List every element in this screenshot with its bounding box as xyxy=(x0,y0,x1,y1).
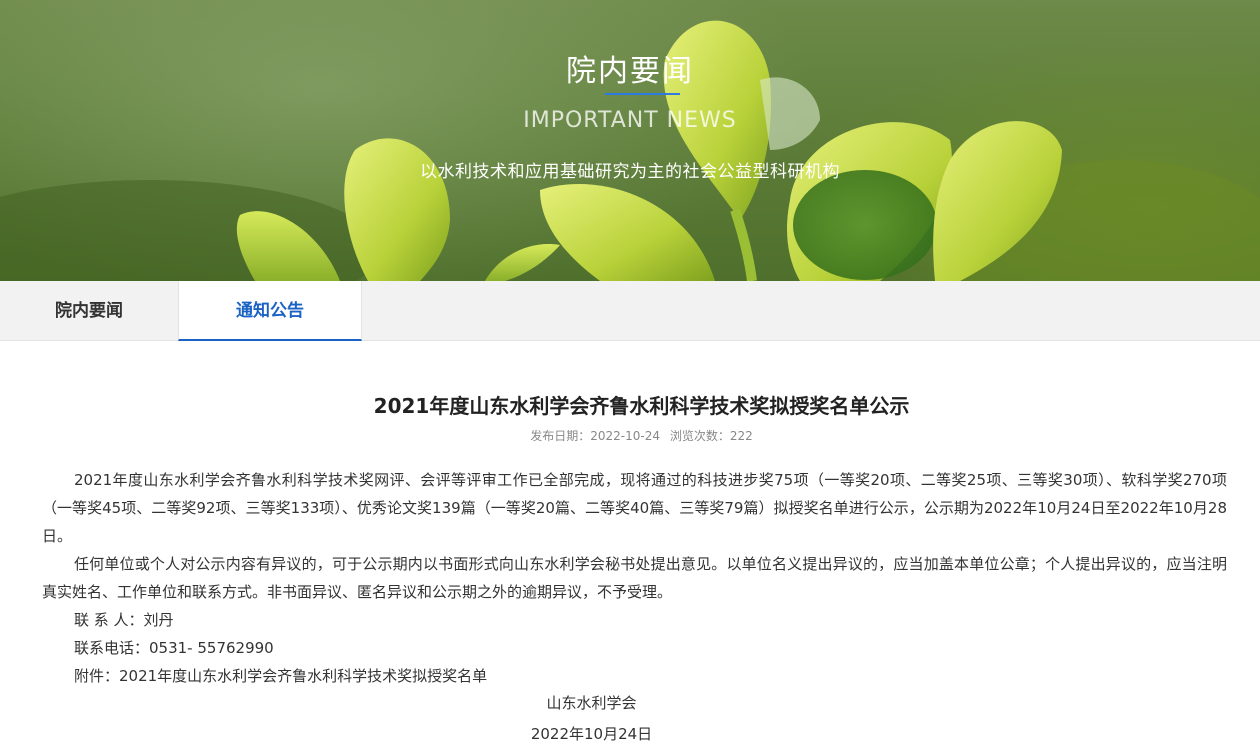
attachment-link[interactable]: 附件：2021年度山东水利学会齐鲁水利科学技术奖拟授奖名单 xyxy=(42,662,1227,690)
contact-person: 联 系 人：刘丹 xyxy=(74,611,174,629)
signature-date: 2022年10月24日 xyxy=(530,725,653,743)
view-count: 浏览次数：222 xyxy=(670,429,753,443)
banner-title-underline xyxy=(605,93,680,95)
article-body: 2021年度山东水利学会齐鲁水利科学技术奖网评、会评等评审工作已全部完成，现将通… xyxy=(42,466,1227,690)
tab-news[interactable]: 院内要闻 xyxy=(0,281,178,341)
article-meta: 发布日期：2022-10-24 浏览次数：222 xyxy=(0,427,1260,444)
signature-organization: 山东水利学会 xyxy=(546,694,637,712)
publish-date-value: 2022-10-24 xyxy=(590,429,660,443)
view-count-label: 浏览次数： xyxy=(669,429,730,443)
publish-date-label: 发布日期： xyxy=(530,429,591,443)
leaves-background-image xyxy=(0,20,1260,281)
banner-title: 院内要闻 xyxy=(566,54,694,89)
contact-phone: 联系电话：0531- 55762990 xyxy=(74,639,274,657)
publish-date: 发布日期：2022-10-24 xyxy=(530,429,660,443)
article-paragraph: 2021年度山东水利学会齐鲁水利科学技术奖网评、会评等评审工作已全部完成，现将通… xyxy=(42,471,1227,545)
banner-subtitle: IMPORTANT NEWS xyxy=(523,108,737,133)
page-banner: 院内要闻 IMPORTANT NEWS 以水利技术和应用基础研究为主的社会公益型… xyxy=(0,0,1260,281)
view-count-value: 222 xyxy=(729,429,753,443)
banner-description: 以水利技术和应用基础研究为主的社会公益型科研机构 xyxy=(420,162,840,182)
tab-notices[interactable]: 通知公告 xyxy=(178,281,362,341)
article-paragraph: 任何单位或个人对公示内容有异议的，可于公示期内以书面形式向山东水利学会秘书处提出… xyxy=(42,555,1227,601)
category-tab-bar: 院内要闻 通知公告 xyxy=(0,281,1260,341)
article-title: 2021年度山东水利学会齐鲁水利科学技术奖拟授奖名单公示 xyxy=(373,394,910,418)
